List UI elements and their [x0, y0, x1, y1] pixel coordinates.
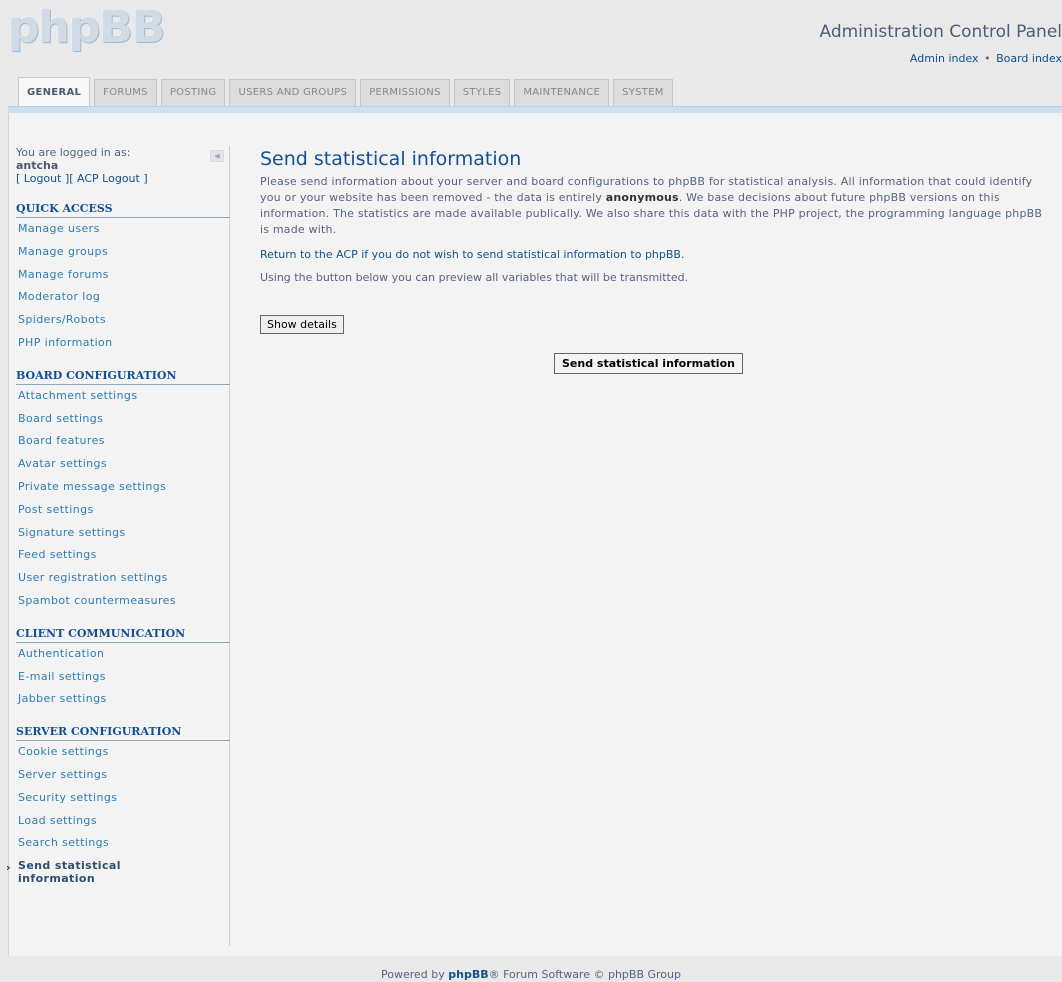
menu-item-load-settings[interactable]: Load settings — [18, 810, 229, 833]
show-details-button[interactable]: Show details — [260, 315, 344, 334]
tab-permissions[interactable]: PERMISSIONS — [360, 79, 450, 106]
main-content: Send statistical information Please send… — [260, 148, 1050, 374]
menu-heading-board-configuration: BOARD CONFIGURATION — [16, 369, 230, 385]
tab-styles[interactable]: STYLES — [453, 79, 511, 106]
tab-posting[interactable]: POSTING — [160, 79, 226, 106]
anonymous-emphasis: anonymous — [605, 191, 679, 204]
footer: Powered by phpBB® Forum Software © phpBB… — [381, 968, 681, 981]
phpbb-footer-link[interactable]: phpBB — [448, 968, 488, 981]
menu-item-signature-settings[interactable]: Signature settings — [18, 522, 229, 545]
username: antcha — [16, 159, 59, 172]
sidebar-menu: You are logged in as: antcha [ Logout ][… — [6, 146, 230, 946]
login-info: You are logged in as: antcha [ Logout ][… — [16, 146, 229, 185]
board-index-link[interactable]: Board index — [996, 52, 1062, 65]
menu-item-moderator-log[interactable]: Moderator log — [18, 286, 229, 309]
menu-heading-client-communication: CLIENT COMMUNICATION — [16, 627, 230, 643]
admin-index-link[interactable]: Admin index — [910, 52, 979, 65]
logout-links[interactable]: [ Logout ][ ACP Logout ] — [16, 172, 229, 185]
menu-item-private-message-settings[interactable]: Private message settings — [18, 476, 229, 499]
menu-item-php-information[interactable]: PHP information — [18, 332, 229, 355]
menu-item-board-settings[interactable]: Board settings — [18, 408, 229, 431]
menu-item-spambot-countermeasures[interactable]: Spambot countermeasures — [18, 590, 229, 613]
menu-item-avatar-settings[interactable]: Avatar settings — [18, 453, 229, 476]
menu-item-attachment-settings[interactable]: Attachment settings — [18, 385, 229, 408]
menu-heading-quick-access: QUICK ACCESS — [16, 202, 230, 218]
menu-item-user-registration-settings[interactable]: User registration settings — [18, 567, 229, 590]
main-tabs: GENERAL FORUMS POSTING USERS AND GROUPS … — [18, 77, 673, 106]
logged-in-label: You are logged in as: — [16, 146, 131, 159]
menu-item-cookie-settings[interactable]: Cookie settings — [18, 741, 229, 764]
tab-general[interactable]: GENERAL — [18, 77, 91, 106]
menu-item-search-settings[interactable]: Search settings — [18, 832, 229, 855]
top-links: Admin index • Board index — [910, 52, 1062, 65]
page-header-title: Administration Control Panel — [819, 22, 1062, 42]
collapse-sidebar-icon[interactable]: ◀ — [210, 150, 224, 162]
tab-maintenance[interactable]: MAINTENANCE — [514, 79, 610, 106]
phpbb-logo[interactable]: phpBB — [8, 4, 165, 52]
tab-users-and-groups[interactable]: USERS AND GROUPS — [229, 79, 357, 106]
tab-forums[interactable]: FORUMS — [94, 79, 157, 106]
menu-item-authentication[interactable]: Authentication — [18, 643, 229, 666]
page-title: Send statistical information — [260, 148, 522, 170]
menu-item-jabber-settings[interactable]: Jabber settings — [18, 688, 229, 711]
menu-item-board-features[interactable]: Board features — [18, 430, 229, 453]
menu-item-server-settings[interactable]: Server settings — [18, 764, 229, 787]
menu-item-send-statistical-information[interactable]: Send statistical information — [6, 855, 148, 885]
link-separator: • — [984, 52, 991, 65]
menu-item-post-settings[interactable]: Post settings — [18, 499, 229, 522]
tab-system[interactable]: SYSTEM — [613, 79, 673, 106]
return-to-acp-link[interactable]: Return to the ACP if you do not wish to … — [260, 248, 1050, 261]
menu-item-manage-forums[interactable]: Manage forums — [18, 264, 229, 287]
menu-heading-server-configuration: SERVER CONFIGURATION — [16, 725, 230, 742]
menu-item-manage-users[interactable]: Manage users — [18, 218, 229, 241]
menu-item-security-settings[interactable]: Security settings — [18, 787, 229, 810]
intro-paragraph: Please send information about your serve… — [260, 175, 1043, 236]
send-statistical-information-button[interactable]: Send statistical information — [554, 353, 743, 374]
menu-item-manage-groups[interactable]: Manage groups — [18, 241, 229, 264]
preview-note: Using the button below you can preview a… — [260, 271, 689, 284]
menu-item-spiders-robots[interactable]: Spiders/Robots — [18, 309, 229, 332]
menu-item-email-settings[interactable]: E-mail settings — [18, 666, 229, 689]
menu-item-feed-settings[interactable]: Feed settings — [18, 544, 229, 567]
